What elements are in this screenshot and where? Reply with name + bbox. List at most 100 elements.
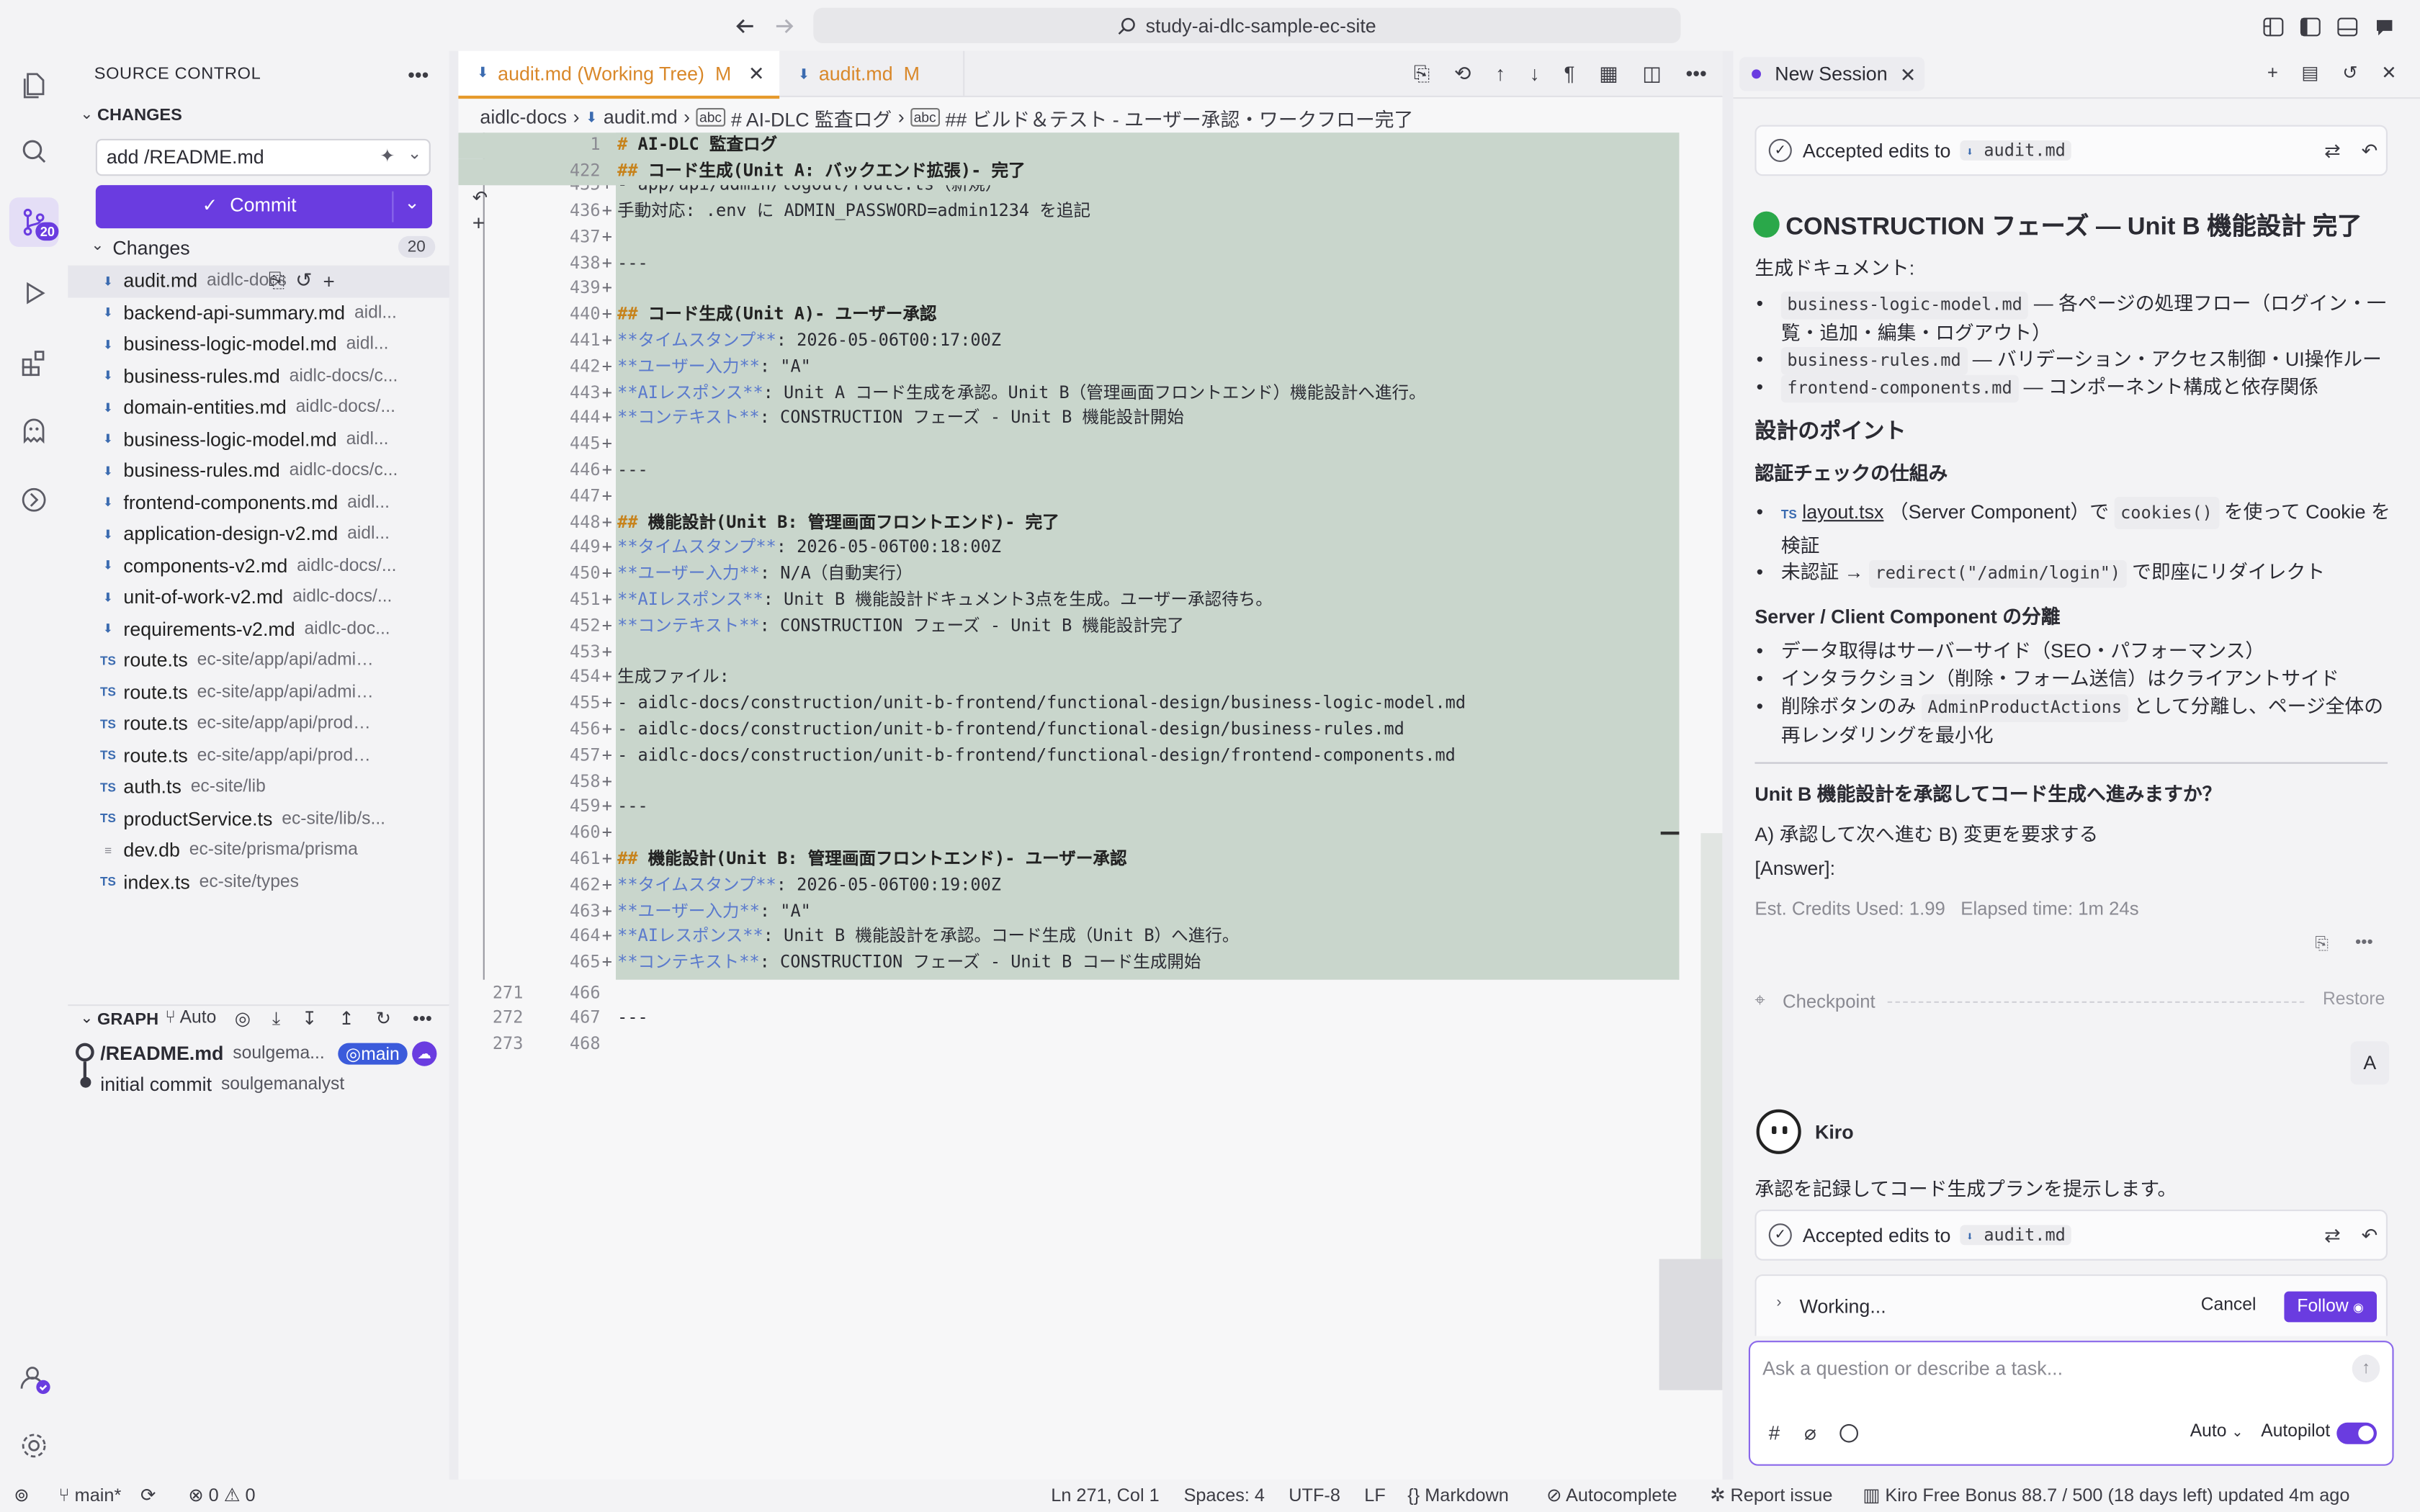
sync-icon[interactable]: ⟳ bbox=[140, 1484, 156, 1506]
problems-status[interactable]: ⊗ 0 ⚠ 0 bbox=[188, 1484, 255, 1506]
breadcrumb-item[interactable]: # AI-DLC 監査ログ bbox=[731, 103, 892, 132]
code-line[interactable]: 451 + **AIレスポンス**: Unit B 機能設計ドキュメント3点を生成。… bbox=[458, 588, 1677, 613]
chat-toggle-icon[interactable] bbox=[2370, 12, 2398, 40]
settings-gear-icon[interactable] bbox=[12, 1424, 55, 1467]
code-line[interactable]: 453 + bbox=[458, 639, 1677, 665]
accepted-file-chip[interactable]: ⬇ audit.md bbox=[1960, 140, 2072, 161]
code-line[interactable]: 442 + **ユーザー入力**: "A" bbox=[458, 354, 1677, 380]
attach-paperclip-icon[interactable]: ⌀ bbox=[1804, 1421, 1816, 1446]
code-line[interactable]: 449 + **タイムスタンプ**: 2026-05-06T00:18:00Z bbox=[458, 536, 1677, 562]
refresh-icon[interactable]: ↻ bbox=[376, 1007, 392, 1030]
changed-file-row[interactable]: ⬇business-rules.mdaidlc-docs/c...U bbox=[68, 360, 515, 392]
code-line[interactable]: 460 + bbox=[458, 821, 1677, 847]
autopilot-toggle[interactable] bbox=[2336, 1422, 2377, 1444]
source-control-icon[interactable]: 20 bbox=[9, 197, 60, 247]
graph-section-title[interactable]: GRAPH bbox=[97, 1011, 158, 1030]
restore-button[interactable]: Restore bbox=[2323, 991, 2385, 1009]
accepted-file-chip[interactable]: ⬇ audit.md bbox=[1960, 1225, 2072, 1246]
changed-file-row[interactable]: TSproductService.tsec-site/lib/s...M bbox=[68, 803, 515, 834]
split-editor-icon[interactable]: ◫ bbox=[1642, 62, 1661, 86]
code-line[interactable]: 441 + **タイムスタンプ**: 2026-05-06T00:17:00Z bbox=[458, 328, 1677, 354]
sticky-scroll-line[interactable]: 1 # AI-DLC 監査ログ bbox=[458, 132, 1678, 159]
changed-file-row[interactable]: ⬇business-rules.mdaidlc-docs/c...U bbox=[68, 455, 515, 487]
changes-group-label[interactable]: Changes bbox=[112, 238, 189, 259]
close-icon[interactable]: ✕ bbox=[2381, 62, 2397, 84]
open-file-icon[interactable]: ⎘ bbox=[1414, 62, 1430, 86]
preview-map-icon[interactable]: ▦ bbox=[1599, 62, 1618, 86]
code-line[interactable]: 438 + --- bbox=[458, 251, 1677, 276]
code-line[interactable]: 458 + bbox=[458, 769, 1677, 795]
run-debug-icon[interactable] bbox=[12, 271, 55, 315]
toggle-sidebar-icon[interactable] bbox=[2297, 12, 2325, 40]
push-icon[interactable]: ↥ bbox=[339, 1007, 354, 1030]
chevron-down-icon[interactable]: ⌄ bbox=[404, 192, 420, 213]
code-line[interactable]: 456 + - aidlc-docs/construction/unit-b-fro… bbox=[458, 717, 1677, 743]
changed-file-row[interactable]: ⬇application-design-v2.mdaidl...U bbox=[68, 518, 515, 550]
graph-commit-row[interactable]: initial commit soulgemanalyst bbox=[100, 1071, 449, 1099]
sticky-scroll-line[interactable]: 422 ## コード生成(Unit A: バックエンド拡張)- 完了 bbox=[458, 158, 1678, 185]
breadcrumb-item[interactable]: audit.md bbox=[604, 107, 678, 128]
changed-file-row[interactable]: TSroute.tsec-site/app/api/productsM bbox=[68, 708, 515, 740]
file-link[interactable]: layout.tsx bbox=[1802, 501, 1883, 523]
commit-message-input[interactable]: add /README.md ✦ ⌄ bbox=[95, 138, 431, 176]
code-line[interactable]: 443 + **AIレスポンス**: Unit A コード生成を承認。Unit B（… bbox=[458, 380, 1677, 406]
code-line[interactable]: 444 + **コンテキスト**: CONSTRUCTION フェーズ - Unit… bbox=[458, 406, 1677, 432]
command-center-search[interactable]: study-ai-dlc-sample-ec-site bbox=[813, 7, 1681, 43]
changed-file-row[interactable]: ⬇frontend-components.mdaidl...U bbox=[68, 487, 515, 518]
view-diff-icon[interactable]: ⇄ bbox=[2324, 139, 2340, 162]
code-line[interactable]: 447 + bbox=[458, 484, 1677, 510]
remote-icon[interactable]: ⊚ bbox=[14, 1484, 29, 1506]
chevron-down-icon[interactable]: ⌄ bbox=[408, 143, 422, 163]
changed-file-row[interactable]: ⬇components-v2.mdaidlc-docs/...U bbox=[68, 550, 515, 582]
whitespace-icon[interactable]: ¶ bbox=[1564, 62, 1575, 86]
stage-plus-icon[interactable]: + bbox=[323, 269, 335, 292]
revert-icon[interactable]: ⟲ bbox=[1454, 62, 1471, 86]
scrollbar-thumb[interactable] bbox=[1659, 1259, 1723, 1390]
changed-file-row[interactable]: ⬇backend-api-summary.mdaidl...U bbox=[68, 297, 515, 329]
tab-audit[interactable]: ⬇ audit.md M bbox=[779, 50, 965, 97]
account-icon[interactable] bbox=[12, 1356, 55, 1400]
more-actions-icon[interactable]: ••• bbox=[404, 63, 432, 86]
changed-file-row[interactable]: ⬇domain-entities.mdaidlc-docs/...U bbox=[68, 392, 515, 423]
undo-icon[interactable]: ↶ bbox=[2362, 1223, 2378, 1246]
changed-file-row[interactable]: ⬇business-logic-model.mdaidl...U bbox=[68, 328, 515, 360]
changed-file-row[interactable]: ⬇requirements-v2.mdaidlc-doc...U bbox=[68, 613, 515, 645]
report-issue[interactable]: ✲ Report issue bbox=[1710, 1484, 1832, 1506]
cursor-position[interactable]: Ln 271, Col 1 bbox=[1051, 1484, 1159, 1506]
kiro-ghost-icon[interactable] bbox=[12, 409, 55, 452]
code-line[interactable]: 272 467 --- bbox=[458, 1007, 1677, 1032]
history-list-icon[interactable]: ▤ bbox=[2301, 62, 2318, 84]
view-diff-icon[interactable]: ⇄ bbox=[2324, 1223, 2340, 1246]
changed-file-row[interactable]: ⬇unit-of-work-v2.mdaidlc-docs/...U bbox=[68, 582, 515, 613]
more-actions-icon[interactable]: ••• bbox=[1686, 62, 1707, 86]
code-line[interactable]: 463 + **ユーザー入力**: "A" bbox=[458, 899, 1677, 924]
stage-block-icon[interactable]: + bbox=[472, 210, 485, 234]
code-line[interactable]: 446 + --- bbox=[458, 458, 1677, 484]
encoding[interactable]: UTF-8 bbox=[1289, 1484, 1340, 1506]
history-icon[interactable]: ↺ bbox=[2342, 62, 2358, 84]
mcp-icon[interactable] bbox=[12, 478, 55, 521]
layout-customize-icon[interactable] bbox=[2259, 12, 2287, 40]
sparkle-icon[interactable]: ✦ bbox=[380, 145, 395, 166]
credits-status[interactable]: ▥ Kiro Free Bonus 88.7 / 500 (18 days le… bbox=[1863, 1484, 2349, 1506]
changed-file-row[interactable]: TSindex.tsec-site/typesM bbox=[68, 866, 515, 898]
copy-icon[interactable]: ⎘ bbox=[2315, 935, 2329, 955]
undo-icon[interactable]: ↶ bbox=[2362, 139, 2378, 162]
tab-audit-working-tree[interactable]: ⬇ audit.md (Working Tree) M ✕ bbox=[458, 50, 780, 99]
code-line[interactable]: 462 + **タイムスタンプ**: 2026-05-06T00:19:00Z bbox=[458, 873, 1677, 899]
more-actions-icon[interactable]: ••• bbox=[413, 1007, 432, 1030]
search-icon[interactable] bbox=[12, 130, 55, 173]
follow-button[interactable]: Follow ◉ bbox=[2284, 1291, 2377, 1323]
changed-file-row[interactable]: ⬇business-logic-model.mdaidl...U bbox=[68, 423, 515, 455]
code-line[interactable]: 445 + bbox=[458, 432, 1677, 458]
close-icon[interactable]: ✕ bbox=[748, 62, 764, 85]
discard-icon[interactable]: ↺ bbox=[295, 269, 312, 293]
code-line[interactable]: 457 + - aidlc-docs/construction/unit-b-fro… bbox=[458, 743, 1677, 769]
previous-change-icon[interactable]: ↑ bbox=[1495, 62, 1505, 86]
forward-arrow-icon[interactable] bbox=[768, 11, 799, 42]
code-line[interactable]: 448 + ## 機能設計(Unit B: 管理画面フロントエンド)- 完了 bbox=[458, 510, 1677, 536]
back-arrow-icon[interactable] bbox=[730, 11, 761, 42]
code-line[interactable]: 454 + 生成ファイル: bbox=[458, 665, 1677, 691]
breadcrumb-item[interactable]: aidlc-docs bbox=[480, 107, 567, 128]
code-line[interactable]: 273 468 bbox=[458, 1032, 1677, 1058]
